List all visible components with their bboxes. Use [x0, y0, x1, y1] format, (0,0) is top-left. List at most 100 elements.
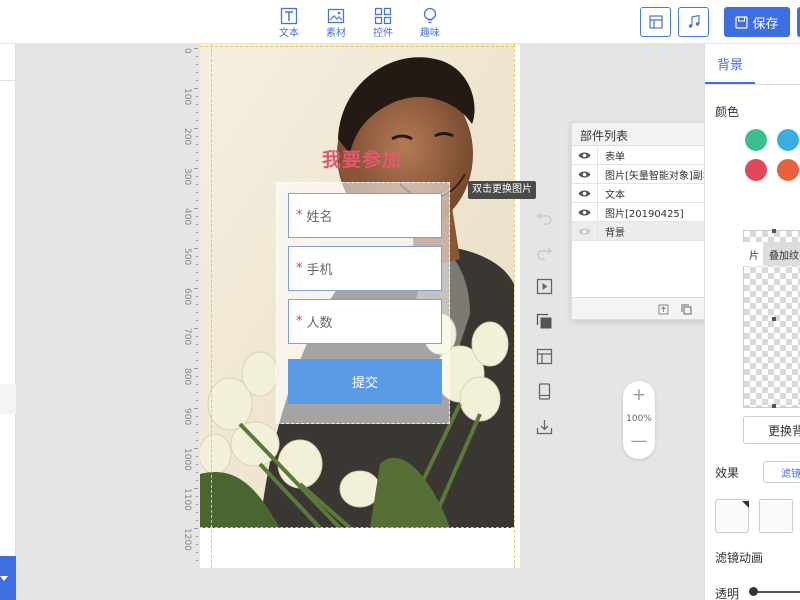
ruler-subtick [196, 136, 198, 137]
ruler-label: 700 [182, 328, 192, 346]
eye-icon[interactable] [572, 183, 598, 203]
ruler-subtick [196, 504, 198, 505]
ruler-label: 1200 [182, 528, 192, 551]
tab-image[interactable]: 片 [743, 242, 765, 266]
music-icon [688, 15, 700, 28]
material-tool-button[interactable]: 素材 [318, 6, 354, 40]
name-field-placeholder: 姓名 [306, 210, 333, 225]
template-button[interactable] [533, 345, 555, 367]
layer-name: 表单 [605, 151, 625, 163]
eye-icon[interactable] [572, 164, 598, 184]
effect-label: 效果 [715, 466, 740, 480]
eye-icon[interactable] [572, 221, 598, 241]
color-swatch-red[interactable] [745, 159, 767, 181]
name-field[interactable]: * 姓名 [288, 193, 442, 238]
replace-background-button[interactable]: 更换背 [743, 416, 800, 444]
ruler-subtick [196, 296, 198, 297]
zoom-level: 100% [626, 414, 652, 424]
widget-tool-label: 控件 [373, 28, 393, 39]
copy-page-button[interactable] [533, 310, 555, 332]
ruler-subtick [196, 416, 198, 417]
ruler-label: 300 [182, 168, 192, 186]
preview-button[interactable] [533, 275, 555, 297]
ruler-subtick [196, 544, 198, 545]
play-icon [536, 278, 552, 294]
guide-line-right [514, 44, 515, 568]
opacity-slider-thumb[interactable] [749, 587, 758, 596]
ruler-subtick [196, 512, 198, 513]
ruler-tick [194, 208, 198, 209]
color-swatch-blue[interactable] [777, 129, 799, 151]
effect-preset-1[interactable] [715, 499, 749, 533]
mobile-preview-button[interactable] [533, 380, 555, 402]
color-swatch-green[interactable] [745, 129, 767, 151]
ruler-subtick [196, 216, 198, 217]
effect-preset-2[interactable] [759, 499, 793, 533]
sidebar-divider [0, 80, 16, 81]
ruler-subtick [196, 400, 198, 401]
ruler-subtick [196, 360, 198, 361]
undo-button[interactable] [533, 205, 555, 227]
resize-handle[interactable] [772, 317, 776, 321]
phone-field[interactable]: * 手机 [288, 246, 442, 291]
ruler-subtick [196, 464, 198, 465]
ruler-subtick [196, 304, 198, 305]
sidebar-collapse-button[interactable] [0, 556, 16, 600]
duplicate-icon[interactable] [679, 302, 693, 316]
ruler-tick [194, 248, 198, 249]
ruler-subtick [196, 320, 198, 321]
ruler-label: 1000 [182, 448, 192, 471]
save-button[interactable]: 保存 [724, 7, 790, 37]
color-swatch-orange[interactable] [777, 159, 799, 181]
headline-text[interactable]: 我要参加 [322, 145, 402, 172]
required-mark: * [296, 314, 303, 329]
sidebar-gray-block [0, 384, 16, 414]
tab-background[interactable]: 背景 [705, 44, 755, 84]
ruler-subtick [196, 120, 198, 121]
redo-button[interactable] [533, 240, 555, 262]
ruler-tick [194, 328, 198, 329]
zoom-in-button[interactable]: + [623, 385, 655, 405]
image-icon [326, 6, 346, 26]
filter-button[interactable]: 滤镜 [763, 461, 800, 483]
ruler-subtick [196, 72, 198, 73]
music-button[interactable] [678, 7, 709, 37]
tab-overlay-texture[interactable]: 叠加纹 [763, 242, 800, 266]
ruler-subtick [196, 456, 198, 457]
layer-name: 图片[矢量智能对象]副本 [605, 170, 713, 182]
ruler-label: 900 [182, 408, 192, 426]
save-label: 保存 [752, 16, 779, 32]
ruler-label: 500 [182, 248, 192, 266]
zoom-out-button[interactable]: — [623, 431, 655, 451]
resize-handle[interactable] [772, 229, 776, 233]
ruler-subtick [196, 160, 198, 161]
widget-tool-button[interactable]: 控件 [365, 6, 401, 40]
resize-handle[interactable] [772, 404, 776, 408]
layout-button[interactable] [640, 7, 671, 37]
ruler-tick [194, 168, 198, 169]
page-curl-icon [742, 501, 749, 508]
ruler-label: 0 [182, 48, 192, 54]
count-field[interactable]: * 人数 [288, 299, 442, 344]
opacity-slider-track[interactable] [751, 591, 800, 593]
download-button[interactable] [533, 415, 555, 437]
ruler-subtick [196, 336, 198, 337]
layer-name: 背景 [605, 227, 625, 239]
layer-name: 图片[20190425] [605, 208, 684, 220]
eye-icon[interactable] [572, 202, 598, 222]
submit-button[interactable]: 提交 [288, 359, 442, 404]
fun-tool-button[interactable]: 趣味 [412, 6, 448, 40]
ruler-subtick [196, 96, 198, 97]
ruler-label: 600 [182, 288, 192, 306]
eye-icon[interactable] [572, 145, 598, 165]
ruler-subtick [196, 376, 198, 377]
guide-line-bottom [200, 527, 514, 528]
ruler-subtick [196, 392, 198, 393]
ruler-subtick [196, 536, 198, 537]
layers-panel-title: 部件列表 [580, 129, 629, 143]
reorder-icon[interactable] [656, 302, 670, 316]
opacity-label: 透明 [715, 587, 740, 600]
required-mark: * [296, 261, 303, 276]
ruler-tick [194, 528, 198, 529]
text-tool-button[interactable]: 文本 [271, 6, 307, 40]
